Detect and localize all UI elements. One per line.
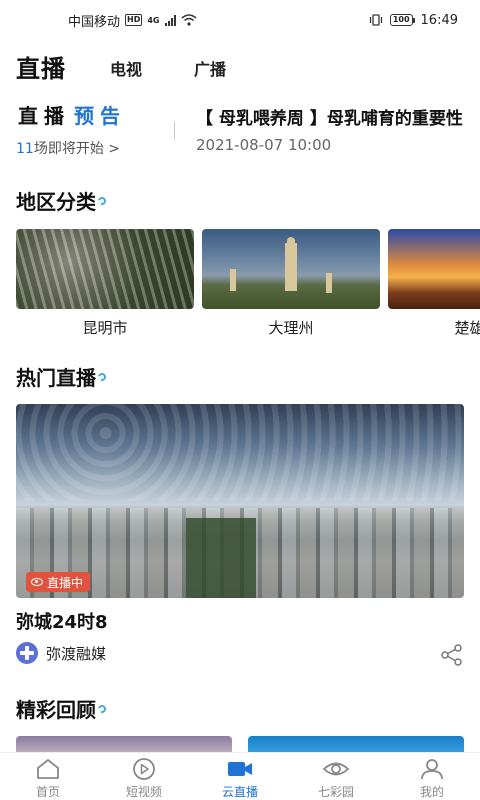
eye-icon <box>322 762 350 776</box>
live-status-text: 直播中 <box>47 575 84 590</box>
live-status-badge: 直播中 <box>26 572 91 592</box>
bottom-nav: 首页 短视频 云直播 七彩园 我的 <box>0 752 480 800</box>
network-type: 4G <box>147 15 160 25</box>
region-title-text: 地区分类 <box>16 190 96 214</box>
preview-divider <box>174 122 175 140</box>
title-accent-icon <box>96 195 108 206</box>
hot-live-title-text: 热门直播 <box>16 366 96 390</box>
region-image <box>202 229 380 309</box>
region-list: 昆明市 大理州 楚雄州 <box>16 229 480 337</box>
play-circle-icon <box>133 758 155 780</box>
review-section-title: 精彩回顾 <box>16 694 108 723</box>
tab-tv[interactable]: 电视 <box>110 56 142 84</box>
tab-live[interactable]: 直播 <box>16 49 66 84</box>
preview-title: 直播 预告 <box>18 100 126 129</box>
title-accent-icon <box>96 371 108 382</box>
region-label: 大理州 <box>268 319 314 337</box>
nav-home[interactable]: 首页 <box>0 753 96 800</box>
vibrate-icon <box>369 14 382 26</box>
source-name: 弥渡融媒 <box>46 644 107 663</box>
tab-radio[interactable]: 广播 <box>194 56 226 84</box>
title-accent-icon <box>96 703 108 714</box>
nav-cloud-live[interactable]: 云直播 <box>192 753 288 800</box>
region-card-dali[interactable]: 大理州 <box>202 229 380 337</box>
status-bar: 中国移动 HD 4G 100 16:49 <box>0 0 480 40</box>
status-right: 100 16:49 <box>368 13 458 28</box>
nav-label: 云直播 <box>221 785 258 799</box>
home-icon <box>37 759 59 779</box>
eye-icon <box>31 578 43 586</box>
review-title-text: 精彩回顾 <box>16 698 96 722</box>
share-icon[interactable] <box>440 644 464 666</box>
battery-icon: 100 <box>389 14 415 26</box>
preview-count-suffix: 场即将开始 > <box>33 141 121 157</box>
video-camera-icon <box>228 762 252 776</box>
source-logo-icon <box>16 642 38 664</box>
hd-badge: HD <box>125 14 143 26</box>
nav-label: 七彩园 <box>317 785 354 799</box>
battery-level: 100 <box>389 14 413 26</box>
live-card-title[interactable]: 弥城24时8 <box>16 608 108 634</box>
region-image <box>388 229 480 309</box>
nav-label: 短视频 <box>125 785 162 799</box>
status-left: 中国移动 HD 4G <box>68 11 197 30</box>
region-section-title: 地区分类 <box>16 186 108 215</box>
nav-label: 我的 <box>419 785 444 799</box>
nav-label: 首页 <box>35 785 60 799</box>
nav-colorful-garden[interactable]: 七彩园 <box>288 753 384 800</box>
hot-live-section-title: 热门直播 <box>16 362 108 391</box>
user-icon <box>421 759 443 780</box>
region-image <box>16 229 194 309</box>
clock: 16:49 <box>420 12 458 28</box>
signal-icon <box>164 14 176 26</box>
preview-event-time: 2021-08-07 10:00 <box>196 136 332 154</box>
region-label: 楚雄州 <box>454 319 480 337</box>
preview-count: 11 <box>16 141 34 157</box>
hot-live-card[interactable]: 直播中 <box>16 404 464 598</box>
preview-count-link[interactable]: 11场即将开始 > <box>16 138 120 158</box>
preview-title-forecast: 预告 <box>74 104 126 128</box>
wifi-icon <box>181 14 196 26</box>
nav-short-video[interactable]: 短视频 <box>96 753 192 800</box>
top-tabs: 直播 电视 广播 <box>16 44 226 84</box>
preview-title-live: 直播 <box>18 104 70 128</box>
live-source[interactable]: 弥渡融媒 <box>16 642 106 664</box>
region-card-kunming[interactable]: 昆明市 <box>16 229 194 337</box>
region-label: 昆明市 <box>82 319 128 337</box>
nav-mine[interactable]: 我的 <box>384 753 480 800</box>
carrier-label: 中国移动 <box>68 14 121 30</box>
region-card-chuxiong[interactable]: 楚雄州 <box>388 229 480 337</box>
live-preview[interactable]: 直播 预告 11场即将开始 > 【 母乳喂养周 】母乳哺育的重要性 2021-08… <box>16 100 464 164</box>
preview-event-title[interactable]: 【 母乳喂养周 】母乳哺育的重要性 <box>196 104 464 129</box>
